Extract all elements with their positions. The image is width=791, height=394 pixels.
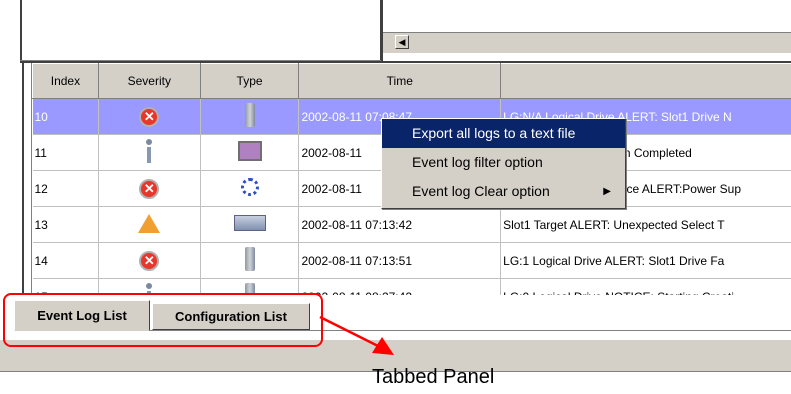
tab-event-log-list[interactable]: Event Log List [14, 300, 150, 331]
row-message: Slot1 Target ALERT: Unexpected Select T [500, 206, 791, 243]
menu-item-clear-label: Event log Clear option [412, 183, 550, 199]
critical-icon: ✕ [139, 250, 160, 271]
info-icon [145, 139, 153, 163]
menu-item-export-logs[interactable]: Export all logs to a text file [382, 119, 625, 148]
column-header-time[interactable]: Time [298, 63, 502, 99]
row-index: 11 [32, 134, 99, 171]
column-header-index[interactable]: Index [32, 63, 99, 99]
critical-icon: ✕ [139, 106, 160, 127]
callout-caption: Tabbed Panel [372, 366, 495, 388]
menu-item-filter-option[interactable]: Event log filter option [382, 148, 625, 177]
callout-arrow [319, 315, 394, 355]
row-message: LG:0 Logical Drive NOTICE: Starting Crea… [500, 278, 791, 295]
row-message: LG:1 Logical Drive ALERT: Slot1 Drive Fa [500, 242, 791, 279]
column-header-severity[interactable]: Severity [97, 63, 201, 99]
warning-icon [138, 213, 161, 233]
table-row[interactable]: 13 2002-08-11 07:13:42 Slot1 Target ALER… [32, 206, 791, 243]
row-time: 2002-08-11 08:27:42 [298, 278, 502, 295]
row-index: 12 [32, 170, 99, 207]
upper-left-frame-line [20, 0, 22, 63]
row-index: 14 [32, 242, 99, 279]
table-row[interactable]: 14 ✕ 2002-08-11 07:13:51 LG:1 Logical Dr… [32, 242, 791, 279]
context-menu: Export all logs to a text file Event log… [381, 118, 626, 209]
row-index: 13 [32, 206, 99, 243]
drive-cylinder-icon [244, 247, 255, 271]
submenu-arrow-icon: ▶ [603, 186, 611, 197]
row-time: 2002-08-11 07:13:51 [298, 242, 502, 279]
drive-cylinder-icon [244, 103, 255, 127]
column-header-type[interactable]: Type [199, 63, 300, 99]
critical-icon: ✕ [139, 178, 160, 199]
row-time: 2002-08-11 07:13:42 [298, 206, 502, 243]
fan-icon [240, 178, 259, 196]
scroll-left-button[interactable]: ◀ [395, 35, 409, 49]
menu-item-clear-option[interactable]: Event log Clear option ▶ [382, 177, 625, 206]
column-header-message[interactable] [500, 63, 791, 99]
enclosure-icon [237, 141, 262, 161]
table-header-row: Index Severity Type Time [32, 63, 791, 99]
hard-drive-icon [233, 215, 266, 231]
upper-horizontal-scrollbar[interactable] [383, 32, 791, 53]
row-index: 10 [32, 98, 99, 135]
